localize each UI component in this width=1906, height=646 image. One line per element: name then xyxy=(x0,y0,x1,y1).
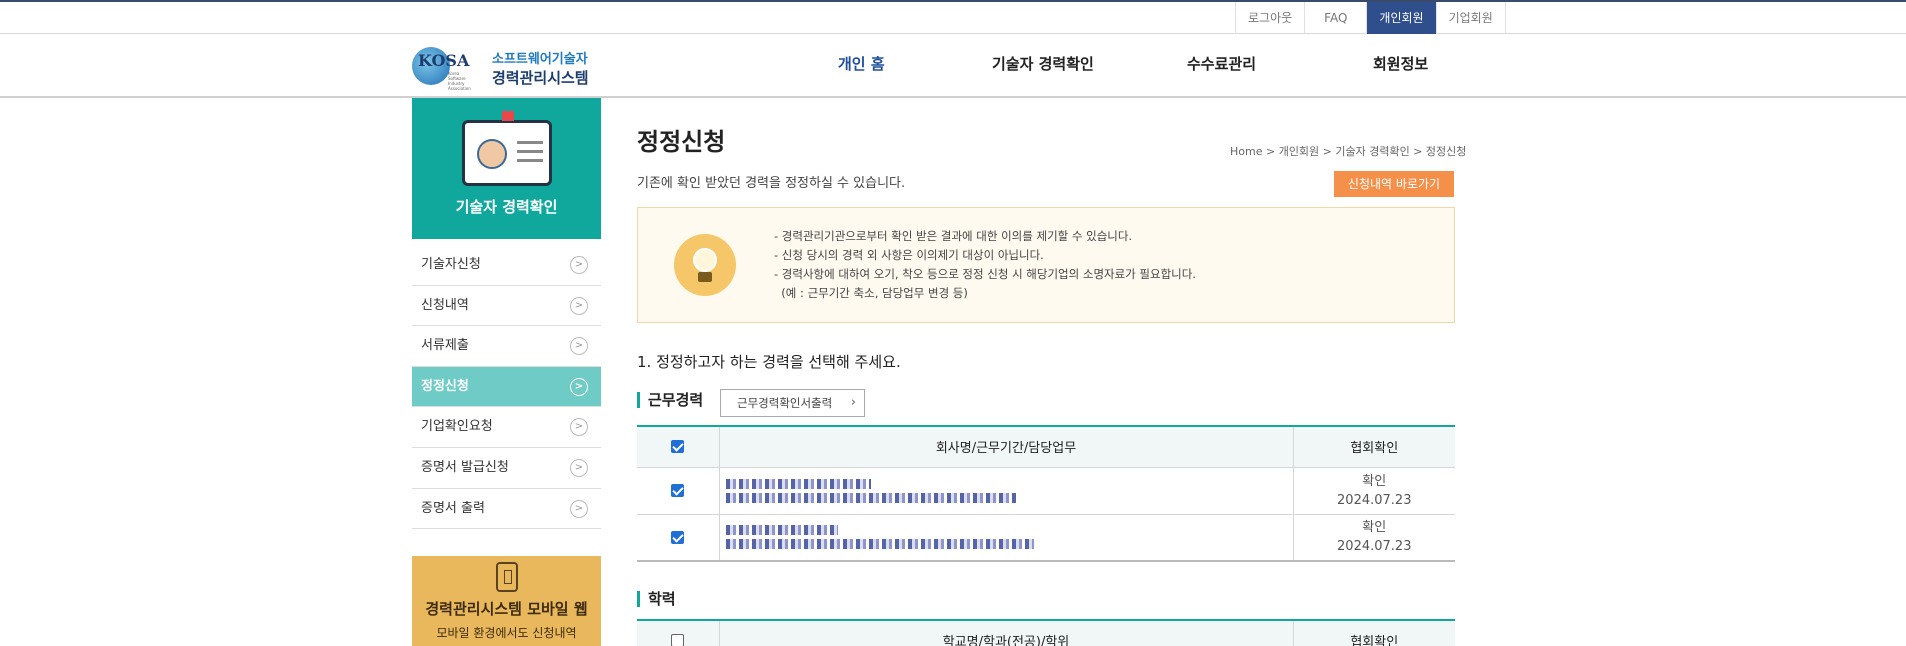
redacted-company-info xyxy=(719,467,1294,515)
print-button-label: 근무경력확인서출력 xyxy=(737,396,833,410)
table-header-row: 학교명/학과(전공)/학위 협회확인 xyxy=(637,620,1455,646)
logo-kosa-text: KOSA xyxy=(418,51,470,70)
logo-line1: 소프트웨어기술자 xyxy=(492,52,588,67)
row-checkbox[interactable] xyxy=(671,484,685,497)
sidebar-item-technician-apply[interactable]: 기술자신청 > xyxy=(412,245,601,286)
logo-sub-text: Korea Software Industry Association xyxy=(448,71,471,91)
corporate-member-tab[interactable]: 기업회원 xyxy=(1435,2,1506,34)
work-history-heading: 근무경력 xyxy=(637,392,703,408)
sidebar-item-certificate-print[interactable]: 증명서 출력 > xyxy=(412,489,601,530)
nav-member-info[interactable]: 회원정보 xyxy=(1373,35,1428,98)
confirm-status: 확인 xyxy=(1362,473,1387,489)
sidebar-menu: 기술자신청 > 신청내역 > 서류제출 > 정정신청 > 기업확인요청 > 증명… xyxy=(412,245,601,530)
print-work-certificate-button[interactable]: 근무경력확인서출력 › xyxy=(720,389,865,417)
select-all-checkbox[interactable] xyxy=(671,440,685,454)
row-checkbox-cell xyxy=(637,514,720,562)
row-checkbox-cell xyxy=(637,467,720,515)
sidebar-item-label: 증명서 발급신청 xyxy=(421,459,509,475)
chevron-right-icon: > xyxy=(570,337,588,356)
nav-fee-management[interactable]: 수수료관리 xyxy=(1187,35,1256,98)
logo-line2: 경력관리시스템 xyxy=(492,69,589,87)
sidebar-item-label: 서류제출 xyxy=(421,338,469,354)
page-title: 정정신청 xyxy=(637,128,726,156)
lightbulb-icon xyxy=(674,234,736,296)
sidebar-item-application-history[interactable]: 신청내역 > xyxy=(412,286,601,327)
sidebar-item-correction-request[interactable]: 정정신청 > xyxy=(412,366,601,408)
sidebar-item-label: 기업확인요청 xyxy=(421,419,493,435)
notice-line: (예 : 근무기간 축소, 담당업무 변경 등) xyxy=(774,286,968,300)
chevron-right-icon: > xyxy=(570,256,588,274)
sidebar-item-label: 기술자신청 xyxy=(421,257,481,272)
notice-line: - 경력사항에 대하여 오기, 착오 등으로 정정 신청 시 해당기업의 소명자… xyxy=(774,267,1196,281)
utility-links: 로그아웃 FAQ 개인회원 기업회원 xyxy=(1235,2,1506,34)
section-question: 1. 정정하고자 하는 경력을 선택해 주세요. xyxy=(637,353,901,371)
table-row[interactable]: 확인 2024.07.23 xyxy=(637,514,1455,562)
confirm-cell: 확인 2024.07.23 xyxy=(1293,467,1455,515)
sidebar-banner: 기술자 경력확인 xyxy=(412,98,601,239)
confirm-status: 확인 xyxy=(1362,520,1387,536)
confirm-cell: 확인 2024.07.23 xyxy=(1293,514,1455,562)
page-description: 기존에 확인 받았던 경력을 정정하실 수 있습니다. xyxy=(637,176,906,191)
breadcrumb: Home > 개인회원 > 기술자 경력확인 > 정정신청 xyxy=(1230,145,1467,158)
mobile-banner-title: 경력관리시스템 모바일 웹 xyxy=(425,600,588,618)
education-table: 학교명/학과(전공)/학위 협회확인 xyxy=(637,619,1455,646)
confirm-date: 2024.07.23 xyxy=(1337,539,1412,555)
chevron-right-icon: > xyxy=(570,418,588,437)
chevron-right-icon: › xyxy=(850,395,856,410)
sidebar-item-label: 정정신청 xyxy=(421,378,469,394)
education-heading: 학력 xyxy=(637,591,676,607)
work-history-table: 회사명/근무기간/담당업무 협회확인 확인 2024.07.23 확인 2024… xyxy=(637,425,1455,562)
chevron-right-icon: > xyxy=(570,377,588,396)
kosa-logo[interactable]: KOSA Korea Software Industry Association… xyxy=(412,47,612,91)
sidebar-item-label: 증명서 출력 xyxy=(421,500,485,516)
select-all-checkbox[interactable] xyxy=(671,634,685,646)
application-history-button[interactable]: 신청내역 바로가기 xyxy=(1334,171,1454,197)
chevron-right-icon: > xyxy=(570,296,588,315)
select-all-cell xyxy=(637,426,720,468)
sidebar-item-company-confirm[interactable]: 기업확인요청 > xyxy=(412,407,601,448)
logout-link[interactable]: 로그아웃 xyxy=(1235,2,1304,34)
mobile-banner-desc: 모바일 환경에서도 신청내역 xyxy=(436,626,577,640)
notice-line: - 신청 당시의 경력 외 사항은 이의제기 대상이 아닙니다. xyxy=(774,248,1044,262)
table-row[interactable]: 확인 2024.07.23 xyxy=(637,467,1455,515)
redacted-company-info xyxy=(719,514,1294,562)
mobile-phone-icon xyxy=(496,562,518,592)
column-header-confirm: 협회확인 xyxy=(1293,620,1455,646)
table-header-row: 회사명/근무기간/담당업무 협회확인 xyxy=(637,426,1455,468)
sidebar-banner-title: 기술자 경력확인 xyxy=(455,198,558,216)
column-header-confirm: 협회확인 xyxy=(1293,426,1455,468)
chevron-right-icon: > xyxy=(570,458,588,477)
mobile-web-banner[interactable]: 경력관리시스템 모바일 웹 모바일 환경에서도 신청내역 xyxy=(412,556,601,646)
sidebar-item-certificate-apply[interactable]: 증명서 발급신청 > xyxy=(412,448,601,489)
sidebar-item-document-submit[interactable]: 서류제출 > xyxy=(412,326,601,367)
nav-personal-home[interactable]: 개인 홈 xyxy=(838,35,885,98)
site-header: KOSA Korea Software Industry Association… xyxy=(0,35,1906,98)
column-header-school: 학교명/학과(전공)/학위 xyxy=(719,620,1294,646)
sidebar-item-label: 신청내역 xyxy=(421,297,469,313)
personal-member-tab[interactable]: 개인회원 xyxy=(1366,2,1436,34)
column-header-company: 회사명/근무기간/담당업무 xyxy=(719,426,1294,468)
select-all-cell xyxy=(637,620,720,646)
chevron-right-icon: > xyxy=(570,499,588,518)
nav-career-confirm[interactable]: 기술자 경력확인 xyxy=(992,35,1094,98)
id-card-icon xyxy=(462,111,552,186)
notice-line: - 경력관리기관으로부터 확인 받은 결과에 대한 이의를 제기할 수 있습니다… xyxy=(774,229,1133,243)
faq-link[interactable]: FAQ xyxy=(1304,2,1366,34)
confirm-date: 2024.07.23 xyxy=(1337,492,1412,508)
notice-box: - 경력관리기관으로부터 확인 받은 결과에 대한 이의를 제기할 수 있습니다… xyxy=(637,207,1455,323)
row-checkbox[interactable] xyxy=(671,530,685,544)
notice-text: - 경력관리기관으로부터 확인 받은 결과에 대한 이의를 제기할 수 있습니다… xyxy=(774,227,1196,303)
utility-bar: 로그아웃 FAQ 개인회원 기업회원 xyxy=(0,2,1906,34)
